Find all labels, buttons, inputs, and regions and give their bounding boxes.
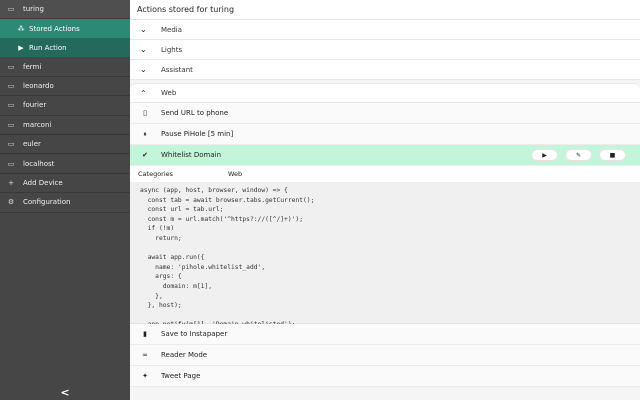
code-line: if (!m)	[140, 225, 175, 233]
action-label: Pause PiHole [5 min]	[161, 130, 234, 138]
page-title: Actions stored for turing	[130, 0, 640, 20]
action-label: Tweet Page	[161, 372, 201, 380]
action-tweet-page[interactable]: ✦ Tweet Page	[130, 366, 640, 387]
categories-label: Categories	[138, 170, 174, 178]
laptop-icon: ▭	[7, 101, 15, 110]
pencil-icon: ✎	[575, 151, 582, 159]
code-line: async (app, host, browser, window) => {	[140, 187, 288, 194]
sidebar-host-fourier[interactable]: ▭ fourier	[0, 96, 130, 116]
group-media[interactable]: ⌄ Media	[130, 20, 640, 40]
action-label: Send URL to phone	[161, 109, 229, 117]
sidebar-host-label: turing	[23, 5, 44, 14]
sidebar-item-run-action[interactable]: ▶ Run Action	[0, 38, 130, 58]
code-line: const url = tab.url;	[140, 206, 224, 214]
double-check-icon: ✔	[142, 151, 148, 159]
code-line: domain: m[1],	[140, 282, 213, 290]
code-line: }, host);	[140, 302, 182, 310]
group-assistant[interactable]: ⌄ Assistant	[130, 60, 640, 80]
delete-button[interactable]: ■	[599, 149, 626, 161]
twitter-icon: ✦	[142, 372, 148, 380]
stored-actions-icon: ⁂	[17, 24, 25, 33]
chevron-up-icon: ⌃	[140, 88, 147, 98]
configuration-label: Configuration	[23, 198, 71, 207]
sidebar-host-fermi[interactable]: ▭ fermi	[0, 57, 130, 77]
sidebar-host-label: leonardo	[23, 81, 54, 90]
sidebar-host-label: fourier	[23, 101, 47, 110]
add-device-button[interactable]: + Add Device	[0, 174, 130, 194]
sidebar-item-label: Run Action	[29, 43, 67, 52]
trash-icon: ■	[609, 151, 616, 159]
sidebar-item-label: Stored Actions	[29, 24, 80, 33]
action-label: Whitelist Domain	[161, 151, 222, 159]
chevron-down-icon: ⌄	[140, 45, 147, 54]
chevron-down-icon: ⌄	[140, 65, 147, 74]
pause-icon: ⏸	[143, 129, 147, 138]
code-line: },	[140, 292, 163, 300]
sidebar-host-label: fermi	[23, 62, 42, 71]
group-lights[interactable]: ⌄ Lights	[130, 40, 640, 60]
sidebar-host-marconi[interactable]: ▭ marconi	[0, 116, 130, 135]
group-label: Media	[161, 25, 183, 34]
glasses-icon: ∞	[142, 351, 148, 359]
action-send-url-to-phone[interactable]: ▯ Send URL to phone	[130, 103, 640, 124]
action-label: Save to Instapaper	[161, 330, 228, 338]
run-button[interactable]: ▶	[531, 149, 558, 161]
main-panel: Actions stored for turing ⌄ Media ⌄ Ligh…	[130, 0, 640, 400]
add-device-label: Add Device	[23, 178, 63, 187]
laptop-icon: ▭	[7, 120, 15, 129]
group-label: Web	[161, 89, 177, 97]
action-reader-mode[interactable]: ∞ Reader Mode	[130, 345, 640, 366]
categories-row: Categories Web	[130, 166, 640, 182]
action-save-to-instapaper[interactable]: ▮ Save to Instapaper	[130, 324, 640, 345]
edit-button[interactable]: ✎	[565, 149, 592, 161]
group-label: Assistant	[161, 65, 193, 74]
code-line: return;	[140, 234, 182, 242]
action-buttons: ▶ ✎ ■	[531, 149, 626, 161]
sidebar-host-label: localhost	[23, 159, 55, 168]
sidebar-host-turing[interactable]: ▭ turing	[0, 0, 130, 20]
chevron-left-icon: <	[60, 385, 70, 399]
sidebar-host-localhost[interactable]: ▭ localhost	[0, 154, 130, 174]
sidebar-host-leonardo[interactable]: ▭ leonardo	[0, 77, 130, 97]
action-whitelist-domain[interactable]: ✔ Whitelist Domain ▶ ✎ ■	[130, 145, 640, 166]
code-line: await app.run({	[140, 254, 205, 262]
code-line: const tab = await browser.tabs.getCurren…	[140, 196, 315, 204]
code-block: async (app, host, browser, window) => { …	[130, 182, 640, 338]
code-line: const m = url.match('^https?://([^/]+)')…	[140, 215, 304, 223]
laptop-icon: ▭	[7, 5, 15, 14]
action-label: Reader Mode	[161, 351, 208, 359]
book-icon: ▮	[143, 330, 147, 338]
plus-icon: +	[8, 178, 14, 187]
laptop-icon: ▭	[7, 140, 15, 149]
code-line: args: {	[140, 273, 182, 281]
sidebar-host-euler[interactable]: ▭ euler	[0, 135, 130, 155]
categories-value: Web	[228, 170, 243, 178]
chevron-down-icon: ⌄	[140, 25, 147, 34]
sidebar-item-stored-actions[interactable]: ⁂ Stored Actions	[0, 19, 130, 39]
sidebar: ▭ turing ⁂ Stored Actions ▶ Run Action ▭…	[0, 0, 130, 400]
laptop-icon: ▭	[7, 81, 15, 90]
phone-icon: ▯	[143, 109, 147, 117]
configuration-button[interactable]: ⚙ Configuration	[0, 193, 130, 213]
code-line: name: 'pihole.whitelist_add',	[140, 263, 266, 271]
play-icon: ▶	[542, 151, 547, 159]
gear-icon: ⚙	[7, 198, 15, 207]
action-pause-pihole[interactable]: ⏸ Pause PiHole [5 min]	[130, 124, 640, 145]
group-label: Lights	[161, 45, 183, 54]
laptop-icon: ▭	[7, 62, 15, 71]
sidebar-host-label: marconi	[23, 120, 52, 129]
group-web[interactable]: ⌃ Web	[130, 83, 640, 103]
laptop-icon: ▭	[7, 159, 15, 168]
play-icon: ▶	[18, 43, 24, 52]
collapse-sidebar-button[interactable]: <	[0, 384, 130, 400]
sidebar-host-label: euler	[23, 140, 41, 149]
